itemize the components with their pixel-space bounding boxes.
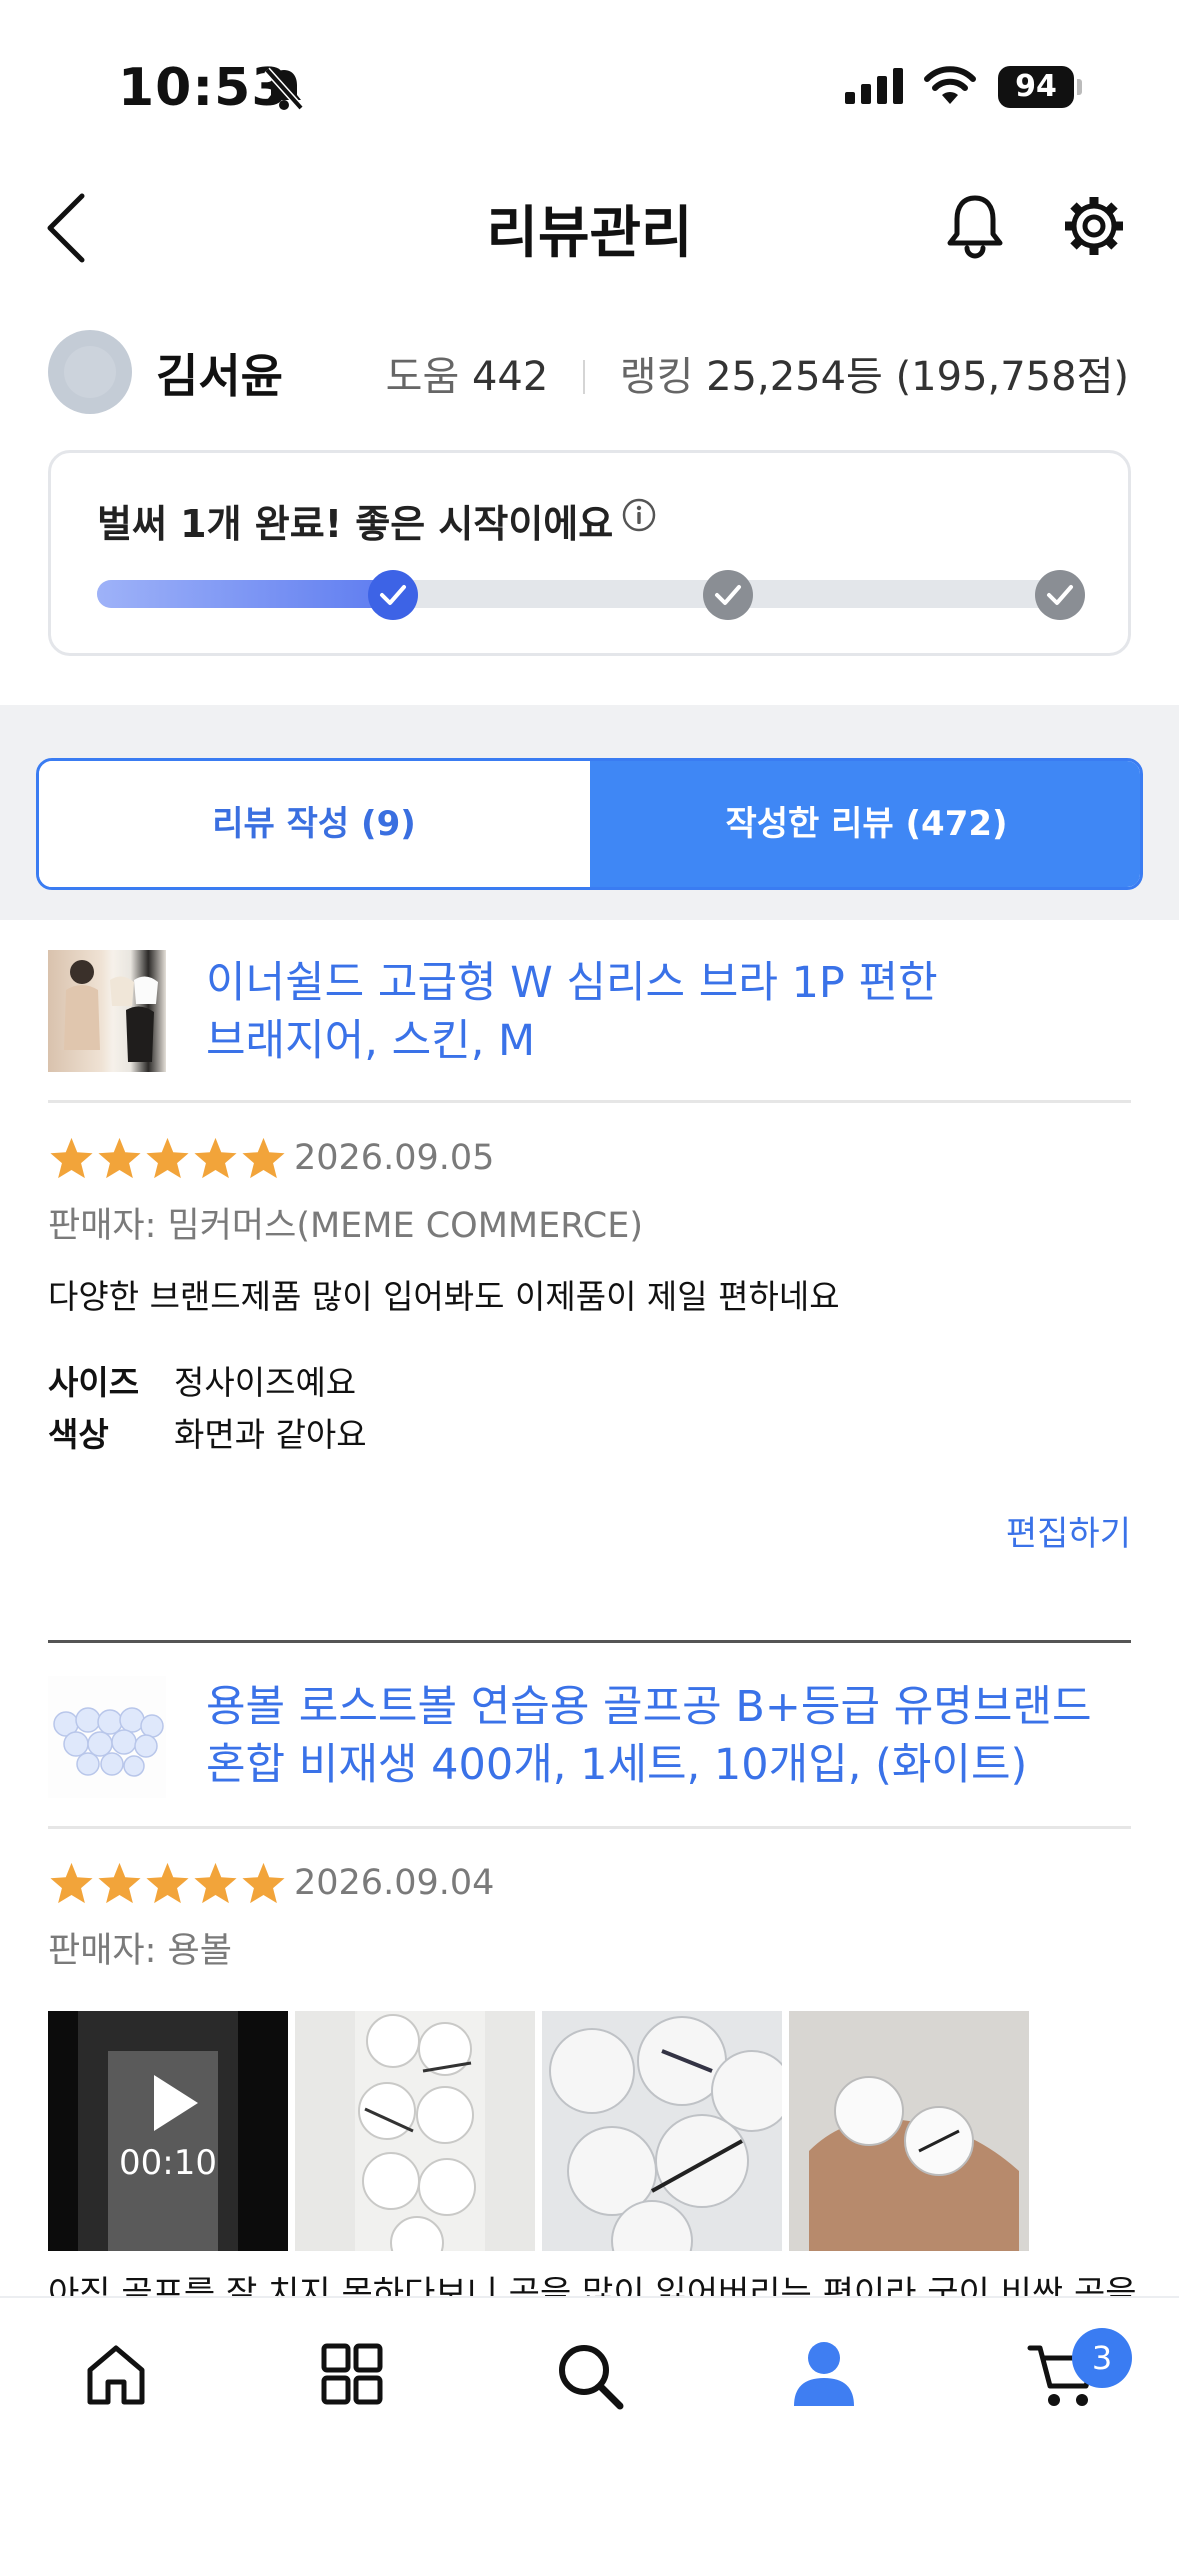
option-label-size: 사이즈 xyxy=(48,1363,140,1402)
review-video-thumbnail[interactable]: 00:10 xyxy=(48,2011,288,2251)
review-photo[interactable] xyxy=(295,2011,535,2251)
review-date: 2026.09.04 xyxy=(294,1863,495,1903)
settings-gear-icon[interactable] xyxy=(1060,192,1128,260)
star-rating xyxy=(48,1861,288,1905)
product-title-line: 용볼 로스트볼 연습용 골프공 B+등급 유명브랜드 xyxy=(206,1682,1092,1732)
star-icon xyxy=(242,1137,285,1179)
review-photo[interactable] xyxy=(789,2011,1029,2251)
product-title-line: 혼합 비재생 400개, 1세트, 10개입, (화이트) xyxy=(206,1740,1028,1790)
video-letterbox xyxy=(48,2011,78,2251)
photo-content xyxy=(355,2011,485,2251)
battery-tip xyxy=(1077,79,1082,95)
star-icon xyxy=(194,1862,237,1904)
wifi-icon xyxy=(924,66,976,104)
edit-review-link[interactable]: 편집하기 xyxy=(1006,1506,1131,1555)
star-icon xyxy=(98,1137,141,1179)
progress-step-1 xyxy=(367,570,418,620)
photo-content xyxy=(549,2016,782,2251)
divider xyxy=(48,1826,1131,1829)
product-thumbnail[interactable] xyxy=(48,950,166,1072)
tab-written-reviews[interactable]: 작성한 리뷰 (472) xyxy=(590,761,1140,887)
star-icon xyxy=(50,1862,93,1904)
option-label-color: 색상 xyxy=(48,1415,109,1454)
cellular-signal-icon xyxy=(845,68,903,104)
user-name: 김서윤 xyxy=(156,349,283,403)
star-icon xyxy=(146,1137,189,1179)
video-duration: 00:10 xyxy=(119,2143,217,2183)
product-title-link[interactable]: 용볼 로스트볼 연습용 골프공 B+등급 유명브랜드 혼합 비재생 400개, … xyxy=(206,1678,1136,1794)
silent-mode-icon xyxy=(264,67,304,111)
product-title-line: 이너쉴드 고급형 W 심리스 브라 1P 편한 xyxy=(206,958,938,1008)
product-title-link[interactable]: 이너쉴드 고급형 W 심리스 브라 1P 편한 브래지어, 스킨, M xyxy=(206,954,1136,1070)
star-icon xyxy=(194,1137,237,1179)
avatar[interactable] xyxy=(48,330,132,414)
option-value-size: 정사이즈예요 xyxy=(174,1363,357,1402)
stats-divider xyxy=(583,360,586,394)
check-icon xyxy=(715,585,742,605)
status-bar: 10:53 94 xyxy=(0,0,1179,170)
review-progress-card: 벌써 1개 완료! 좋은 시작이에요 xyxy=(48,450,1131,656)
play-icon[interactable] xyxy=(150,2073,200,2133)
profile-icon[interactable] xyxy=(792,2340,856,2408)
cart-count-badge: 3 xyxy=(1072,2328,1132,2388)
product-title-line: 브래지어, 스킨, M xyxy=(206,1016,536,1066)
star-icon xyxy=(50,1137,93,1179)
info-icon[interactable] xyxy=(621,497,657,533)
seller-name: 판매자: 밈커머스(MEME COMMERCE) xyxy=(48,1206,644,1246)
tab-write-review[interactable]: 리뷰 작성 (9) xyxy=(39,761,589,887)
review-separator xyxy=(48,1640,1131,1643)
progress-step-2 xyxy=(703,570,754,620)
rank-label: 랭킹 xyxy=(619,354,694,400)
product-photo xyxy=(53,1707,164,1777)
help-label: 도움 xyxy=(385,354,460,400)
video-letterbox xyxy=(238,2011,288,2251)
check-icon xyxy=(379,585,406,605)
battery-indicator: 94 xyxy=(998,66,1074,108)
progress-step-3 xyxy=(1035,570,1085,620)
photo-content xyxy=(809,2076,1019,2251)
progress-bar xyxy=(97,570,1085,620)
star-rating xyxy=(48,1136,288,1180)
review-text: 다양한 브랜드제품 많이 입어봐도 이제품이 제일 편하네요 xyxy=(48,1277,840,1316)
bottom-navigation: 3 xyxy=(0,2296,1179,2556)
progress-bar-fill xyxy=(97,580,393,608)
user-stats: 도움 442 랭킹 25,254등 (195,758점) xyxy=(386,344,1129,402)
help-count: 442 xyxy=(471,354,549,400)
star-icon xyxy=(146,1862,189,1904)
check-icon xyxy=(1047,585,1073,605)
notification-bell-icon[interactable] xyxy=(944,192,1006,260)
search-icon[interactable] xyxy=(554,2340,626,2412)
home-icon[interactable] xyxy=(82,2340,150,2408)
product-thumbnail[interactable] xyxy=(48,1676,166,1798)
star-icon xyxy=(98,1862,141,1904)
review-date: 2026.09.05 xyxy=(294,1138,495,1178)
option-value-color: 화면과 같아요 xyxy=(174,1415,367,1454)
divider xyxy=(48,1100,1131,1103)
category-icon[interactable] xyxy=(318,2340,386,2408)
product-photo xyxy=(64,960,158,1062)
progress-message: 벌써 1개 완료! 좋은 시작이에요 xyxy=(97,502,614,546)
review-tabs: 리뷰 작성 (9) 작성한 리뷰 (472) xyxy=(36,758,1143,890)
rank-value: 25,254등 (195,758점) xyxy=(706,354,1129,400)
review-photo[interactable] xyxy=(542,2011,782,2251)
seller-name: 판매자: 용볼 xyxy=(48,1931,232,1971)
star-icon xyxy=(242,1862,285,1904)
